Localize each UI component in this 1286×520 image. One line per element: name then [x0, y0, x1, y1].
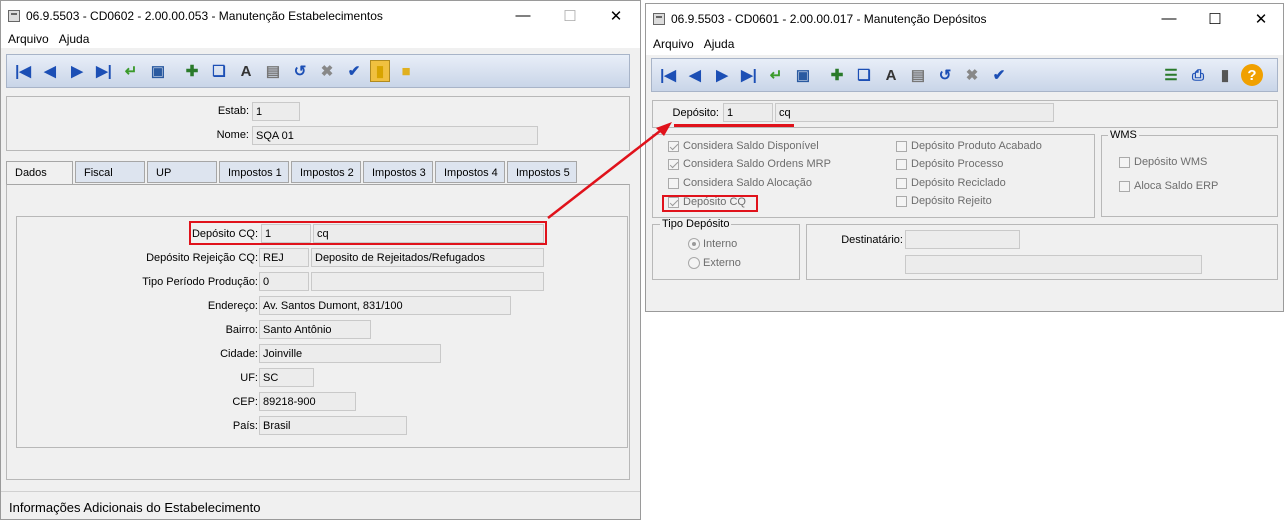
arrow-line: [547, 130, 661, 219]
arrow-head: [656, 122, 672, 136]
highlight-arrow: [547, 122, 672, 219]
